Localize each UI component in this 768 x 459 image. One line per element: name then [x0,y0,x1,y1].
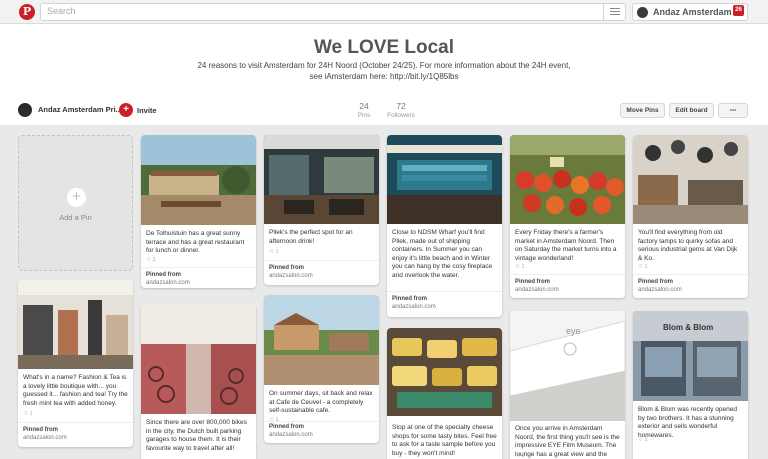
pinned-from-label: Pinned from [392,296,428,302]
pin-image[interactable]: Blom & Blom [633,311,748,401]
blom-sign: Blom & Blom [663,323,714,332]
add-pin-label: Add a Pin [59,213,92,222]
pin-description: Blom & Blom was recently opened by two b… [638,406,737,439]
move-pins-button[interactable]: Move Pins [620,103,665,118]
pin-description: Since there are over 800,000 bikes in th… [146,419,247,452]
pin-description: What's in a name? Fashion & Tea is a lov… [23,374,128,407]
owner-avatar [18,103,32,117]
pin-divider [510,274,625,275]
pin-source-link[interactable]: andazsalon.com [146,280,190,286]
pin-image[interactable] [387,328,502,416]
followers-count-label: Followers [387,112,415,119]
pin-divider [264,421,379,422]
pin-description: On summer days, sit back and relax at Ca… [269,390,373,414]
pins-count-number: 24 [359,101,369,111]
pin-description: Close to NDSM Wharf you'll find Pllek, m… [392,229,493,279]
pin-card[interactable]: Since there are over 800,000 bikes in th… [141,304,256,459]
add-user-icon: + [119,103,133,117]
pin-image[interactable] [387,135,502,224]
like-count: 2 [152,257,156,263]
pinned-from-label: Pinned from [638,279,674,285]
followers-count[interactable]: 72 Followers [381,101,421,119]
pin-image[interactable] [18,280,133,369]
like-icon[interactable]: ♲ 1 [23,411,33,417]
like-count: 1 [521,264,525,270]
like-icon[interactable]: ♲ 2 [146,257,156,263]
edit-board-button[interactable]: Edit board [669,103,714,118]
board-title: We LOVE Local [313,37,455,58]
pin-description: Every Friday there's a farmer's market i… [515,229,617,262]
pin-source-link[interactable]: andazsalon.com [269,273,313,279]
like-count: 1 [275,249,279,255]
pin-image[interactable] [141,135,256,225]
pin-divider [264,260,379,261]
pin-card[interactable]: You'll find everything from old factory … [633,135,748,298]
pin-source-link[interactable]: andazsalon.com [515,287,559,293]
pin-source-link[interactable]: andazsalon.com [638,287,682,293]
pinned-from-label: Pinned from [269,424,305,430]
pin-image[interactable] [633,135,748,224]
pinned-from-label: Pinned from [23,427,59,433]
search-input[interactable]: Search [40,3,626,21]
pin-description: Stop at one of the specialty cheese shop… [392,424,497,457]
like-icon[interactable]: ♲ 1 [638,437,648,443]
pin-card[interactable]: De Tolhuistuin has a great sunny terrace… [141,135,256,288]
like-icon[interactable]: ♲ 1 [515,264,525,270]
eye-sign: eye [566,326,581,336]
pin-source-link[interactable]: andazsalon.com [23,435,67,441]
pin-source-link[interactable]: andazsalon.com [269,432,313,438]
pin-description: De Tolhuistuin has a great sunny terrace… [146,230,245,254]
pin-image[interactable]: eye [510,311,625,421]
pin-card[interactable]: Pllek's the perfect spot for an afternoo… [264,135,379,285]
like-icon[interactable]: ♲ 1 [269,417,279,423]
pin-image[interactable] [264,135,379,224]
pin-source-link[interactable]: andazsalon.com [392,304,436,310]
pinned-from-label: Pinned from [146,272,182,278]
pin-description: Once you arrive in Amsterdam Noord, the … [515,425,620,458]
pin-divider [18,422,133,423]
pin-card[interactable]: Close to NDSM Wharf you'll find Pllek, m… [387,135,502,317]
pin-image[interactable] [264,295,379,385]
pin-description: You'll find everything from old factory … [638,229,738,262]
like-count: 1 [521,453,525,459]
like-count: 1 [644,437,648,443]
top-navigation-bar: P Search Andaz Amsterdam ... 26 [0,0,768,24]
pin-card[interactable]: Blom & Blom Blom & Blom was recently ope… [633,311,748,459]
pin-description: Pllek's the perfect spot for an afternoo… [269,229,353,245]
pin-image[interactable] [141,304,256,414]
pin-card[interactable]: What's in a name? Fashion & Tea is a lov… [18,280,133,447]
pins-count[interactable]: 24 Pins [344,101,384,119]
board-description: 24 reasons to visit Amsterdam for 24H No… [197,61,571,81]
like-count: 1 [644,264,648,270]
pin-image[interactable] [510,135,625,224]
pinned-from-label: Pinned from [515,279,551,285]
pin-card[interactable]: Stop at one of the specialty cheese shop… [387,328,502,459]
pins-count-label: Pins [357,112,371,119]
pin-card[interactable]: Every Friday there's a farmer's market i… [510,135,625,298]
followers-count-number: 72 [396,101,406,111]
more-options-button[interactable]: ••• [718,103,748,118]
avatar [637,7,648,18]
search-placeholder: Search [47,6,76,16]
add-pin-card[interactable]: + Add a Pin [18,135,133,271]
like-count: 1 [29,411,33,417]
pinned-from-label: Pinned from [269,265,305,271]
pin-card[interactable]: eye Once you arrive in Amsterdam Noord, … [510,311,625,459]
pin-divider [141,267,256,268]
like-icon[interactable]: ♲ 1 [638,264,648,270]
like-icon[interactable]: ♲ 1 [515,453,525,459]
pin-divider [387,291,502,292]
like-icon[interactable]: ♲ 1 [269,249,279,255]
plus-icon: + [67,188,86,207]
invite-label: Invite [137,106,157,115]
pin-card[interactable]: On summer days, sit back and relax at Ca… [264,295,379,443]
user-profile-button[interactable]: Andaz Amsterdam ... [632,3,748,21]
owner-name: Andaz Amsterdam Pri... [38,105,122,114]
menu-icon[interactable] [603,4,625,20]
notification-badge[interactable]: 26 [733,5,744,16]
pinterest-logo-icon[interactable]: P [19,4,35,20]
like-count: 1 [275,417,279,423]
user-name: Andaz Amsterdam ... [653,7,742,17]
pin-divider [633,274,748,275]
